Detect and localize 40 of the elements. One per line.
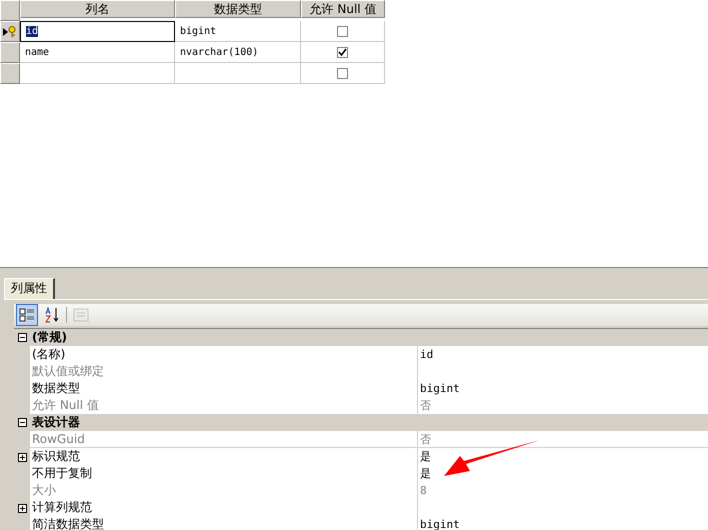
table-cell[interactable] — [301, 63, 385, 84]
property-name[interactable]: (名称) — [30, 346, 418, 364]
table-cell[interactable]: id — [20, 21, 175, 42]
property-name[interactable]: 不用于复制 — [30, 465, 418, 483]
current-row-icon — [3, 28, 8, 36]
expand-icon[interactable] — [18, 504, 26, 512]
checkbox[interactable] — [337, 26, 348, 36]
toolbar-button[interactable] — [16, 304, 38, 326]
property-name[interactable]: 计算列规范 — [30, 499, 418, 517]
table-cell[interactable]: name — [20, 42, 175, 63]
table-cell[interactable] — [301, 21, 385, 42]
property-value[interactable]: bigint — [418, 516, 708, 530]
tab[interactable]: 列属性 — [4, 278, 55, 299]
property-name[interactable]: 标识规范 — [30, 448, 418, 466]
table-cell[interactable] — [175, 63, 301, 84]
collapse-icon[interactable] — [18, 418, 26, 427]
property-value[interactable]: 是 — [418, 448, 708, 466]
property-name[interactable]: 简洁数据类型 — [30, 516, 418, 530]
category-label: 表设计器 — [32, 414, 80, 431]
collapse-icon[interactable] — [18, 333, 26, 342]
property-value[interactable]: id — [418, 346, 708, 364]
column-header[interactable]: 列名 — [20, 0, 175, 18]
table-cell[interactable] — [20, 63, 175, 84]
table-cell[interactable]: nvarchar(100) — [175, 42, 301, 63]
column-header[interactable]: 允许 Null 值 — [301, 0, 385, 18]
property-value[interactable]: bigint — [418, 380, 708, 398]
categorized-icon — [19, 307, 35, 323]
property-name[interactable]: 数据类型 — [30, 380, 418, 398]
property-pages-icon — [73, 307, 89, 323]
key-icon — [8, 26, 16, 37]
category-label: (常规) — [32, 329, 67, 346]
checkbox[interactable] — [337, 68, 348, 78]
table-cell[interactable] — [301, 42, 385, 63]
column-header[interactable]: 数据类型 — [175, 0, 301, 18]
sort-icon — [44, 307, 60, 323]
row-selector[interactable] — [0, 21, 20, 42]
expand-icon[interactable] — [18, 452, 26, 462]
checkbox[interactable] — [337, 46, 348, 58]
table-cell[interactable]: bigint — [175, 21, 301, 42]
property-value[interactable]: 是 — [418, 465, 708, 483]
